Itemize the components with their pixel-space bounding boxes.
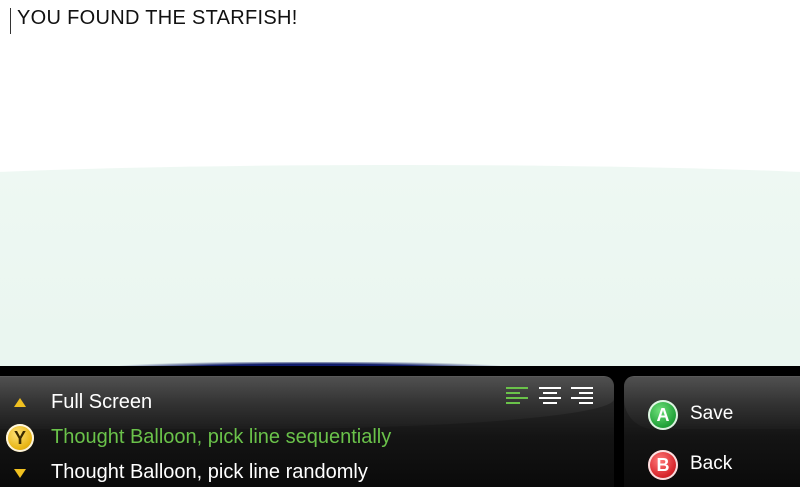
canvas-background bbox=[0, 165, 800, 372]
option-label: Thought Balloon, pick line sequentially bbox=[51, 426, 392, 448]
arrow-down-icon bbox=[14, 469, 26, 478]
text-caret bbox=[10, 8, 11, 34]
align-left-icon[interactable] bbox=[506, 387, 528, 407]
text-canvas[interactable]: YOU FOUND THE STARFISH! bbox=[0, 0, 800, 372]
y-button-icon: Y bbox=[6, 424, 34, 452]
save-label: Save bbox=[690, 403, 734, 424]
option-label: Full Screen bbox=[51, 391, 153, 413]
b-button-icon: B bbox=[648, 450, 678, 480]
align-center-icon[interactable] bbox=[539, 387, 561, 407]
a-button-icon: A bbox=[648, 400, 678, 430]
option-label: Thought Balloon, pick line randomly bbox=[51, 461, 368, 483]
control-bar: Full Screen Y Thought Balloon, pick line… bbox=[0, 366, 800, 487]
option-thought-balloon-sequential[interactable]: Y Thought Balloon, pick line sequentiall… bbox=[0, 423, 600, 453]
edited-text[interactable]: YOU FOUND THE STARFISH! bbox=[17, 7, 298, 30]
back-label: Back bbox=[690, 453, 733, 474]
text-alignment-selector bbox=[506, 387, 598, 409]
option-thought-balloon-random[interactable]: Thought Balloon, pick line randomly bbox=[0, 458, 600, 487]
arrow-up-icon bbox=[14, 398, 26, 407]
align-right-icon[interactable] bbox=[571, 387, 593, 407]
